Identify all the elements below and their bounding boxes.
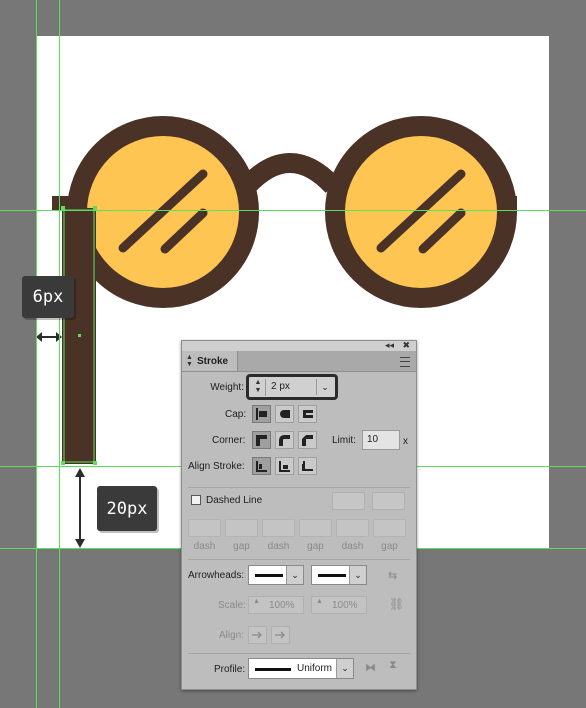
gap-field[interactable] — [225, 519, 258, 537]
align-stroke-label: Align Stroke: — [188, 461, 245, 472]
chevron-down-icon[interactable]: ⌄ — [316, 379, 333, 395]
align-center-button[interactable] — [252, 457, 271, 475]
round-cap-button[interactable] — [275, 405, 294, 423]
arrow-tip-place-button[interactable] — [271, 626, 290, 644]
start-arrowhead-select[interactable]: ⌄ — [248, 565, 304, 585]
glasses-bridge — [239, 153, 341, 194]
end-scale-field[interactable]: ▲ 100% — [311, 596, 367, 614]
chevron-down-icon: ⌄ — [336, 659, 353, 678]
corner-label: Corner: — [212, 435, 246, 446]
projecting-cap-button[interactable] — [298, 405, 317, 423]
limit-label: Limit: — [332, 435, 356, 446]
arrow-tip-extend-button[interactable] — [248, 626, 267, 644]
preserve-dash-icon[interactable] — [332, 492, 365, 510]
vertical-guide — [59, 0, 60, 708]
flip-across-icon[interactable]: ⧗ — [389, 659, 397, 672]
dash-field[interactable] — [336, 519, 369, 537]
scale-label: Scale: — [218, 600, 246, 611]
vertical-guide — [36, 0, 37, 708]
butt-cap-button[interactable] — [252, 405, 271, 423]
align-label: Align: — [219, 630, 245, 641]
weight-field[interactable]: ▲ ▼ 2 px ⌄ — [246, 374, 338, 400]
gap-field[interactable] — [299, 519, 332, 537]
height-measurement-label: 20px — [97, 486, 157, 531]
gap-label: gap — [233, 541, 250, 552]
height-dimension-arrow — [75, 468, 85, 548]
swap-arrowheads-icon[interactable]: ⇆ — [388, 569, 397, 582]
miter-join-button[interactable] — [252, 431, 271, 449]
gap-label: gap — [381, 541, 398, 552]
link-scale-icon[interactable]: ⛓ — [389, 597, 404, 611]
divider — [188, 487, 410, 488]
stroke-panel: ◂◂ ✖ ▲ ▼ Stroke Weight: ▲ ▼ 2 px ⌄ Cap: Co… — [181, 340, 417, 690]
horizontal-guide — [0, 210, 586, 211]
weight-label: Weight: — [210, 382, 244, 393]
selected-temple-rectangle[interactable] — [61, 206, 97, 465]
divider — [188, 653, 410, 654]
profile-select[interactable]: Uniform ⌄ — [248, 658, 354, 679]
chevron-down-icon: ⌄ — [286, 566, 303, 584]
align-dash-corners-icon[interactable] — [372, 492, 405, 510]
start-scale-field[interactable]: ▲ 100% — [248, 596, 304, 614]
dash-label: dash — [341, 541, 364, 552]
width-measurement-label: 6px — [22, 276, 74, 318]
cap-label: Cap: — [225, 409, 247, 420]
profile-label: Profile: — [214, 664, 246, 675]
flip-along-icon[interactable]: ⧓ — [365, 661, 376, 674]
bevel-join-button[interactable] — [298, 431, 317, 449]
chevron-down-icon: ⌄ — [349, 566, 366, 584]
weight-value[interactable]: 2 px — [271, 381, 290, 392]
profile-value: Uniform — [297, 663, 333, 674]
gap-field[interactable] — [373, 519, 406, 537]
dash-label: dash — [267, 541, 290, 552]
dashed-line-label: Dashed Line — [206, 495, 263, 506]
align-outside-button[interactable] — [298, 457, 317, 475]
arrowheads-label: Arrowheads: — [188, 570, 245, 581]
dash-label: dash — [193, 541, 216, 552]
dash-field[interactable] — [262, 519, 295, 537]
divider — [188, 559, 410, 560]
round-join-button[interactable] — [275, 431, 294, 449]
limit-unit: x — [403, 436, 408, 447]
align-inside-button[interactable] — [275, 457, 294, 475]
dash-field[interactable] — [188, 519, 221, 537]
limit-input[interactable]: 10 — [362, 430, 400, 450]
dashed-line-checkbox[interactable] — [191, 495, 201, 505]
weight-stepper-icon[interactable]: ▲ ▼ — [251, 379, 266, 396]
end-arrowhead-select[interactable]: ⌄ — [311, 565, 367, 585]
gap-label: gap — [307, 541, 324, 552]
glasses-illustration — [52, 116, 517, 308]
